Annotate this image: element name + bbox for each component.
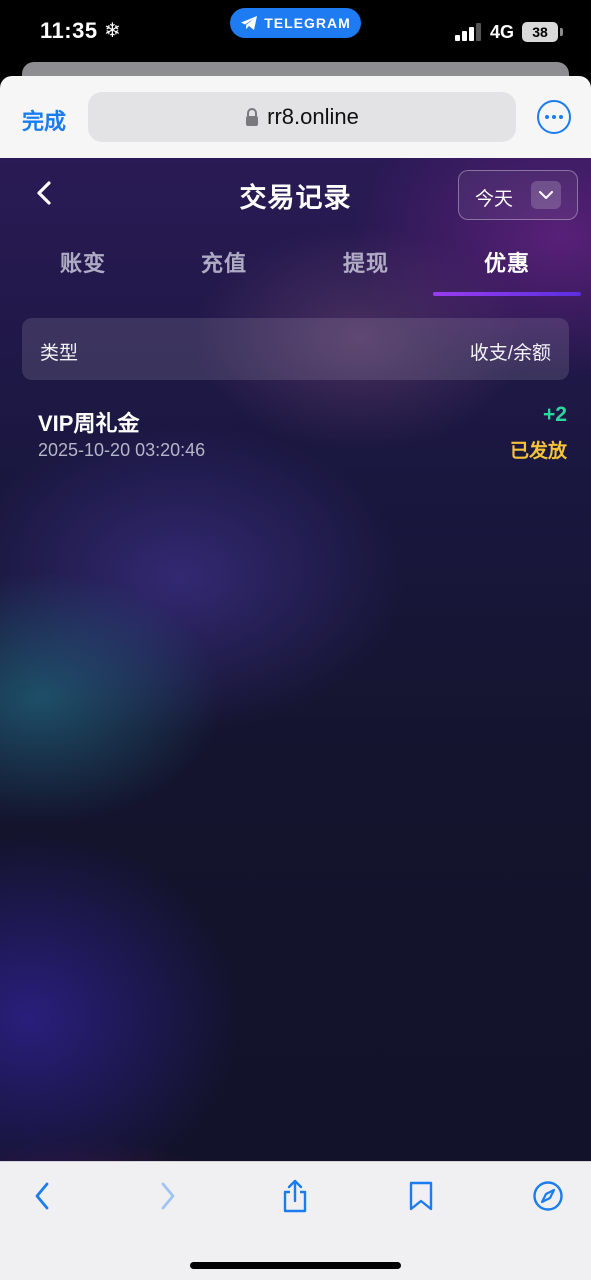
tab-bar: 账变 充值 提现 优惠	[0, 228, 591, 298]
lock-icon	[246, 108, 259, 126]
tab-label: 提现	[342, 251, 389, 276]
share-button[interactable]	[275, 1176, 315, 1216]
done-button[interactable]: 完成	[22, 104, 66, 136]
home-indicator	[190, 1262, 401, 1269]
bookmark-icon	[409, 1181, 433, 1211]
transaction-status: 已发放	[509, 441, 567, 462]
transaction-page: 交易记录 今天 账变 充值 提现 优惠 类型 收支/余额 VIP周礼金 2025…	[0, 158, 591, 1161]
table-header: 类型 收支/余额	[22, 318, 569, 380]
chevron-right-icon	[161, 1182, 175, 1210]
transaction-title: VIP周礼金	[38, 411, 140, 436]
chevron-down-icon	[539, 190, 553, 199]
browser-top-bar: 完成 rr8.online	[0, 76, 591, 158]
status-bar: 11:35 ❄ TELEGRAM 4G 38	[0, 0, 591, 64]
transaction-time: 2025-10-20 03:20:46	[38, 440, 206, 460]
date-filter-label: 今天	[475, 189, 514, 210]
battery-level: 38	[532, 24, 548, 40]
page-header: 交易记录 今天	[0, 158, 591, 228]
date-filter-select[interactable]: 今天	[458, 170, 578, 220]
active-tab-indicator	[433, 292, 581, 296]
cellular-signal-icon	[455, 23, 481, 41]
tab-deposit[interactable]: 充值	[150, 228, 298, 296]
column-header-type: 类型	[40, 343, 79, 364]
tab-label: 充值	[200, 251, 247, 276]
compass-icon	[533, 1181, 563, 1211]
telegram-return-pill[interactable]: TELEGRAM	[230, 8, 361, 38]
tab-withdraw[interactable]: 提现	[292, 228, 440, 296]
dot-icon	[552, 115, 556, 119]
tab-promotions[interactable]: 优惠	[433, 228, 581, 296]
browser-forward-button[interactable]	[148, 1176, 188, 1216]
transaction-amount: +2	[543, 403, 567, 426]
tab-account-changes[interactable]: 账变	[9, 228, 157, 296]
chevron-left-icon	[35, 1182, 49, 1210]
network-type: 4G	[490, 22, 515, 42]
open-in-browser-button[interactable]	[528, 1176, 568, 1216]
dropdown-toggle[interactable]	[531, 181, 561, 209]
browser-back-button[interactable]	[22, 1176, 62, 1216]
dot-icon	[559, 115, 563, 119]
column-header-amount: 收支/余额	[469, 343, 551, 364]
table-row[interactable]: VIP周礼金 2025-10-20 03:20:46 +2 已发放	[22, 398, 569, 478]
telegram-plane-icon	[241, 16, 258, 30]
url-text: rr8.online	[267, 104, 359, 129]
battery-indicator: 38	[522, 22, 563, 42]
telegram-label: TELEGRAM	[264, 15, 351, 31]
more-options-button[interactable]	[537, 100, 571, 134]
dot-icon	[545, 115, 549, 119]
url-field[interactable]: rr8.online	[88, 92, 516, 142]
share-icon	[283, 1179, 307, 1213]
bookmarks-button[interactable]	[401, 1176, 441, 1216]
tab-label: 优惠	[483, 251, 530, 276]
snowflake-icon: ❄	[104, 20, 121, 42]
browser-bottom-toolbar	[0, 1161, 591, 1280]
status-time: 11:35	[40, 18, 98, 43]
tab-label: 账变	[59, 251, 106, 276]
